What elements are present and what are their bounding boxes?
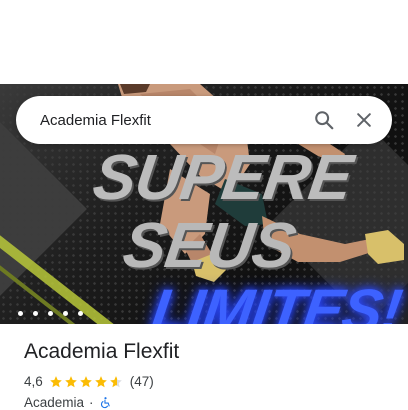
- clear-search-button[interactable]: [344, 100, 384, 140]
- search-button[interactable]: [304, 100, 344, 140]
- star-icon: [79, 375, 92, 387]
- search-input[interactable]: Academia Flexfit: [40, 112, 304, 129]
- carousel-dot[interactable]: [78, 311, 83, 316]
- hero-line-2: SEUS: [118, 209, 300, 281]
- hero-line-3: LIMITES!: [147, 277, 406, 324]
- place-info: Academia Flexfit 4,6 (47) Academia ·: [24, 340, 394, 410]
- review-count[interactable]: (47): [130, 374, 154, 389]
- rating-row[interactable]: 4,6 (47): [24, 374, 394, 389]
- star-icon: [49, 375, 62, 387]
- carousel-dot[interactable]: [18, 311, 23, 316]
- star-icon: [94, 375, 107, 387]
- carousel-indicator: [18, 311, 83, 316]
- close-icon: [357, 113, 371, 127]
- search-bar[interactable]: Academia Flexfit: [16, 96, 392, 144]
- carousel-dot[interactable]: [33, 311, 38, 316]
- star-rating: [49, 375, 123, 389]
- carousel-dot[interactable]: [48, 311, 53, 316]
- star-icon: [64, 375, 77, 387]
- rating-value: 4,6: [24, 374, 43, 389]
- search-icon: [315, 111, 334, 130]
- hero-line-1: SUPERE: [88, 141, 357, 213]
- star-half-icon: [109, 375, 122, 387]
- place-title: Academia Flexfit: [24, 340, 180, 363]
- wheelchair-accessible-icon: [100, 397, 110, 409]
- carousel-dot[interactable]: [63, 311, 68, 316]
